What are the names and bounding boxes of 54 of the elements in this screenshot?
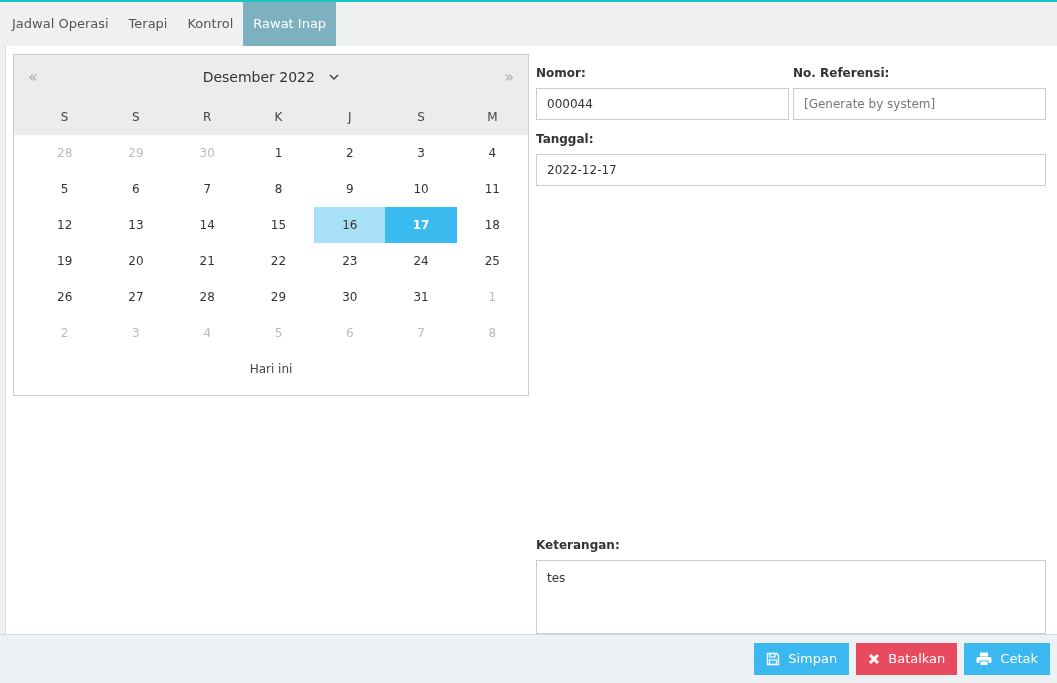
field-label: Tanggal: (536, 131, 595, 148)
field-label: Nomor: (536, 65, 587, 82)
calendar-day[interactable]: 22 (242, 243, 315, 279)
chevron-down-icon (329, 74, 340, 81)
calendar-day[interactable]: 1 (242, 135, 315, 171)
field-label: No. Referensi: (793, 65, 891, 82)
weekday-label: M (486, 109, 499, 126)
calendar-day[interactable]: 20 (100, 243, 172, 279)
calendar-day[interactable]: 28 (171, 279, 243, 315)
text-area[interactable]: tes (536, 560, 1046, 634)
weekday-label: R (202, 109, 213, 126)
tab[interactable]: Jadwal Operasi (2, 2, 119, 46)
calendar-day[interactable]: 3 (385, 135, 457, 171)
month-selector[interactable]: Desember 2022 (202, 68, 340, 85)
calendar-day[interactable]: 31 (385, 279, 457, 315)
calendar-day[interactable]: 8 (242, 171, 315, 207)
input-field[interactable]: 2022-12-17 (536, 154, 1046, 186)
calendar-day[interactable]: 21 (171, 243, 243, 279)
calendar-day[interactable]: 14 (171, 207, 243, 243)
weekday-label: S (416, 109, 426, 126)
calendar-day[interactable]: 19 (29, 243, 101, 279)
calendar-day[interactable]: 24 (385, 243, 457, 279)
calendar-day[interactable]: 4 (456, 135, 528, 171)
cancel-button[interactable]: Batalkan (856, 643, 958, 675)
calendar-day[interactable]: 23 (314, 243, 386, 279)
calendar-day[interactable]: 2 (314, 135, 386, 171)
calendar-day[interactable]: 9 (314, 171, 386, 207)
calendar-day[interactable]: 15 (242, 207, 315, 243)
calendar-day[interactable]: 12 (29, 207, 101, 243)
printer-icon (976, 652, 993, 666)
calendar-day[interactable]: 11 (456, 171, 528, 207)
calendar-day[interactable]: 10 (385, 171, 457, 207)
tab[interactable]: Terapi (118, 2, 178, 46)
weekday-label: S (59, 109, 70, 126)
calendar-day[interactable]: 29 (242, 279, 315, 315)
weekday-label: S (131, 109, 141, 126)
calendar-day[interactable]: 25 (456, 243, 528, 279)
input-field[interactable]: [Generate by system] (793, 88, 1046, 120)
calendar-day[interactable]: 18 (456, 207, 528, 243)
calendar-day[interactable]: 27 (100, 279, 172, 315)
input-field[interactable]: 000044 (536, 88, 789, 120)
tab[interactable]: Kontrol (177, 2, 244, 46)
weekday-label: J (346, 109, 353, 126)
calendar-day[interactable]: 16 (314, 207, 386, 243)
calendar-day[interactable]: 6 (100, 171, 172, 207)
today-button[interactable]: Hari ini (243, 359, 299, 379)
weekday-label: K (273, 109, 284, 126)
calendar-day[interactable]: 26 (29, 279, 101, 315)
calendar-day[interactable]: 5 (29, 171, 101, 207)
calendar-day[interactable]: 13 (100, 207, 172, 243)
close-icon (868, 653, 881, 665)
field-label: Keterangan: (536, 537, 621, 554)
calendar-day[interactable]: 7 (171, 171, 243, 207)
calendar-day[interactable]: 30 (314, 279, 386, 315)
